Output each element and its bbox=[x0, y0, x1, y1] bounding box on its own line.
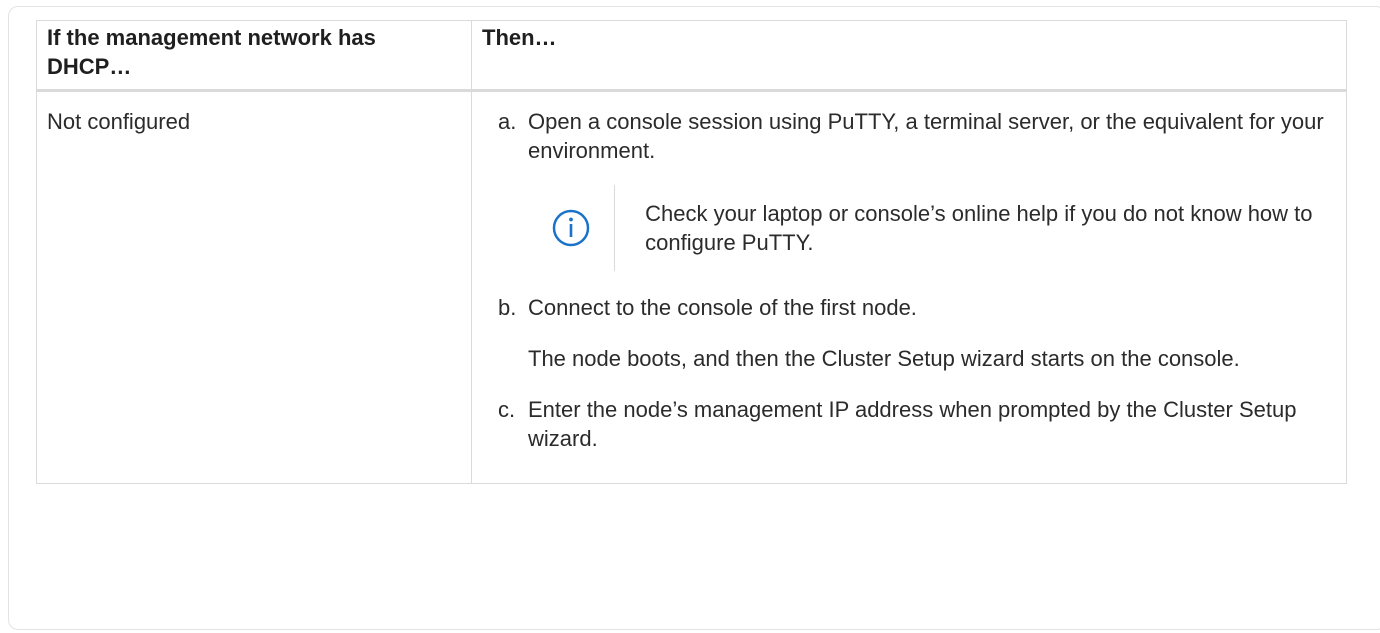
step-marker: c. bbox=[498, 397, 516, 422]
step-a: a. Open a console session using PuTTY, a… bbox=[498, 107, 1336, 271]
step-marker: a. bbox=[498, 109, 517, 134]
dhcp-table: If the management network has DHCP… Then… bbox=[36, 20, 1347, 484]
header-condition: If the management network has DHCP… bbox=[36, 20, 472, 92]
cell-steps: a. Open a console session using PuTTY, a… bbox=[471, 90, 1347, 484]
table-row: Not configured a. Open a console session… bbox=[36, 90, 1347, 484]
steps-list: a. Open a console session using PuTTY, a… bbox=[482, 107, 1336, 453]
note-text: Check your laptop or console’s online he… bbox=[645, 201, 1313, 255]
header-then: Then… bbox=[471, 20, 1347, 92]
step-marker: b. bbox=[498, 295, 517, 320]
step-c: c. Enter the node’s management IP addres… bbox=[498, 395, 1336, 453]
table-header-row: If the management network has DHCP… Then… bbox=[36, 20, 1347, 92]
step-text: Open a console session using PuTTY, a te… bbox=[528, 109, 1324, 163]
step-text: Enter the node’s management IP address w… bbox=[528, 397, 1297, 451]
step-detail: The node boots, and then the Cluster Set… bbox=[528, 346, 1240, 371]
cell-condition: Not configured bbox=[36, 90, 472, 484]
step-text: Connect to the console of the first node… bbox=[528, 295, 917, 320]
info-note: Check your laptop or console’s online he… bbox=[528, 185, 1336, 271]
step-b: b. Connect to the console of the first n… bbox=[498, 293, 1336, 373]
info-icon bbox=[528, 185, 616, 271]
